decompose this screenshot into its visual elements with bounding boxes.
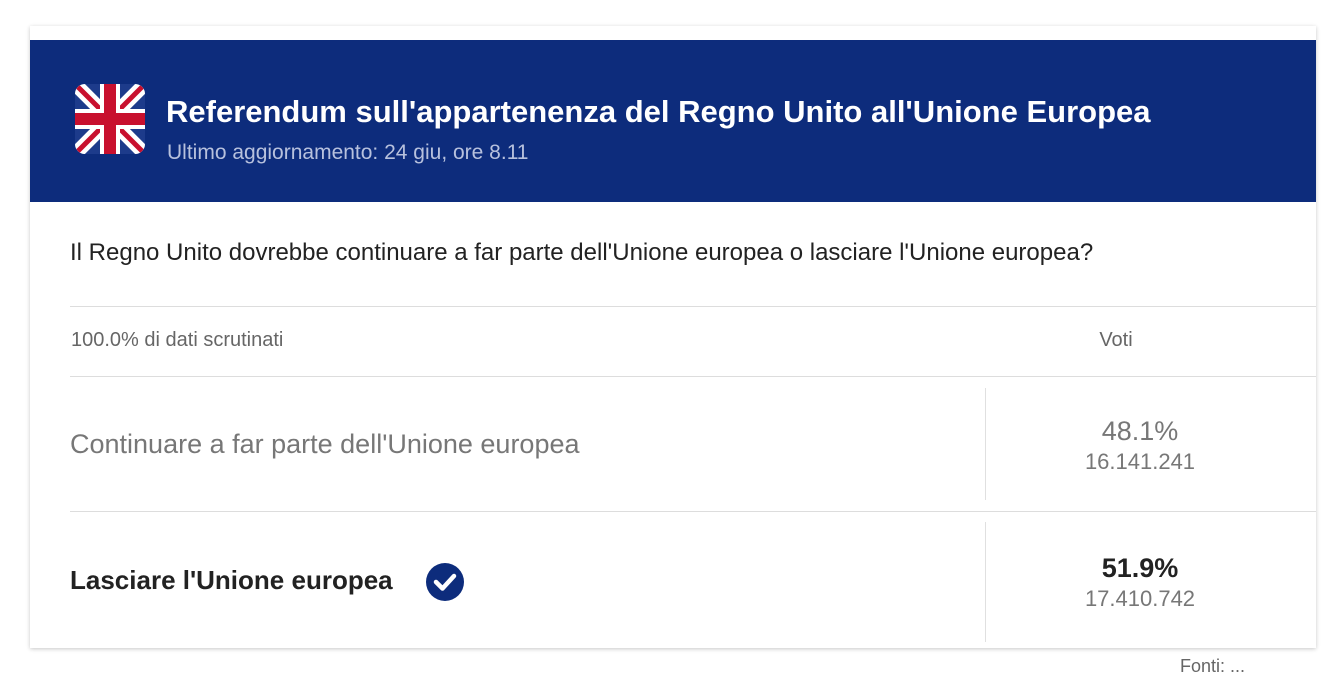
last-updated-text: Ultimo aggiornamento: 24 giu, ore 8.11 bbox=[167, 141, 529, 164]
column-divider bbox=[985, 388, 986, 500]
option-leave-percent: 51.9% bbox=[1101, 553, 1179, 583]
page-title: Referendum sull'appartenenza del Regno U… bbox=[166, 94, 1151, 129]
source-link[interactable]: Fonti: ... bbox=[1180, 656, 1245, 677]
results-header: Referendum sull'appartenenza del Regno U… bbox=[30, 40, 1316, 202]
referendum-results-card: Referendum sull'appartenenza del Regno U… bbox=[30, 26, 1316, 648]
option-leave-votes: 17.410.742 bbox=[1084, 586, 1196, 611]
option-remain-percent: 48.1% bbox=[1101, 416, 1179, 446]
option-remain-label: Continuare a far parte dell'Unione europ… bbox=[70, 429, 580, 459]
check-circle-icon bbox=[425, 562, 465, 602]
referendum-question: Il Regno Unito dovrebbe continuare a far… bbox=[70, 239, 1094, 266]
divider bbox=[70, 306, 1316, 307]
counted-percentage-label: 100.0% di dati scrutinati bbox=[71, 329, 284, 351]
option-remain-votes: 16.141.241 bbox=[1084, 449, 1196, 474]
divider bbox=[70, 511, 1316, 512]
uk-flag-icon bbox=[75, 84, 145, 154]
divider bbox=[70, 376, 1316, 377]
column-divider bbox=[985, 522, 986, 642]
option-leave-label: Lasciare l'Unione europea bbox=[70, 565, 393, 595]
votes-column-header: Voti bbox=[1099, 329, 1133, 351]
